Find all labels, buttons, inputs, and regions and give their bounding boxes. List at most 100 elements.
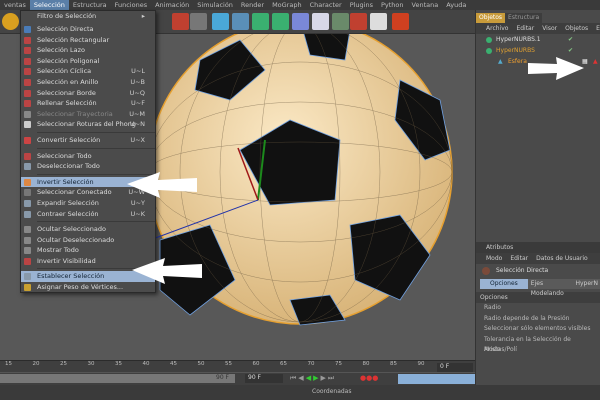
menu-item-shortcut: U~Q: [129, 88, 145, 97]
obj-menu-visor[interactable]: Visor: [542, 23, 557, 34]
menu-item[interactable]: Selección Poligonal: [21, 56, 155, 67]
menu-mograph[interactable]: MoGraph: [268, 0, 306, 10]
menu-item[interactable]: Selección Lazo: [21, 45, 155, 56]
menu-ventas[interactable]: ventas: [0, 0, 30, 10]
spline-icon[interactable]: [232, 13, 249, 30]
menu-item[interactable]: Rellenar Selección U~F: [21, 98, 155, 109]
menu-python[interactable]: Python: [377, 0, 408, 10]
menu-item[interactable]: Selección Directa: [21, 24, 155, 35]
menu-item-shortcut: U~X: [130, 135, 145, 144]
menu-item-icon: [24, 26, 31, 33]
tab-ejes-modelando[interactable]: Ejes Modelando: [527, 279, 573, 297]
playback-controls[interactable]: ⏮◀◀▶▶⏭: [290, 374, 336, 383]
menu-item-icon: [24, 163, 31, 171]
check-icon[interactable]: ✔: [568, 45, 573, 56]
cube-icon[interactable]: [212, 13, 229, 30]
object-row[interactable]: HyperNURBS.1 ✔: [476, 34, 600, 45]
nurbs-icon[interactable]: [252, 13, 269, 30]
menu-item[interactable]: Seleccionar Roturas del Phong U~N: [21, 119, 155, 130]
obj-menu-editar[interactable]: Editar: [516, 23, 534, 34]
menu-item-icon: [24, 284, 31, 292]
menu-funciones[interactable]: Funciones: [111, 0, 151, 10]
menu-item[interactable]: Seleccionar Borde U~Q: [21, 88, 155, 99]
menu-seleccion[interactable]: Selección: [29, 0, 69, 10]
field-tolerancia[interactable]: Tolerancia en la Selección de Aristas/Po…: [476, 335, 600, 354]
menu-ayuda[interactable]: Ayuda: [442, 0, 470, 10]
particles-icon[interactable]: [332, 13, 349, 30]
menu-render[interactable]: Render: [237, 0, 268, 10]
tab-hypernurbs[interactable]: HyperN: [572, 279, 600, 289]
attr-menu-datos[interactable]: Datos de Usuario: [536, 253, 588, 264]
end-frame-field[interactable]: 90 F: [245, 374, 283, 383]
menu-item-label: Rellenar Selección: [37, 99, 97, 108]
menu-item[interactable]: Filtro de Selección ▸: [21, 11, 155, 24]
menu-item[interactable]: Contraer Selección U~K: [21, 209, 155, 220]
field-modo[interactable]: Modo: [476, 345, 600, 356]
menu-item[interactable]: Ocultar Deseleccionado: [21, 235, 155, 246]
check-icon[interactable]: ✔: [568, 34, 573, 45]
deformer-icon[interactable]: [292, 13, 309, 30]
menu-estructura[interactable]: Estructura: [69, 0, 111, 10]
menu-item[interactable]: Ocultar Seleccionado: [21, 224, 155, 235]
timeline-tick-label: 25: [60, 361, 67, 367]
menu-item-icon: [24, 226, 31, 234]
timeline-tick-label: 60: [252, 361, 260, 367]
menu-item-label: Selección Poligonal: [37, 56, 100, 65]
attr-menu-modo[interactable]: Modo: [486, 253, 502, 264]
menu-plugins[interactable]: Plugins: [346, 0, 377, 10]
attr-menu-editar[interactable]: Editar: [510, 253, 528, 264]
menu-separator: [37, 131, 155, 133]
record-keys-icon[interactable]: ●●●: [360, 374, 378, 382]
menu-item[interactable]: Selección Rectangular: [21, 35, 155, 46]
key-mode-buttons[interactable]: [398, 374, 475, 384]
object-row[interactable]: HyperNURBS ✔: [476, 45, 600, 56]
menu-item-shortcut: U~F: [131, 99, 145, 108]
menu-item[interactable]: Seleccionar Todo: [21, 151, 155, 162]
obj-menu-et[interactable]: Et: [596, 23, 600, 34]
obj-menu-objetos[interactable]: Objetos: [565, 23, 588, 34]
frame-range-slider[interactable]: 90 F: [0, 374, 235, 383]
menu-animacion[interactable]: Animación: [151, 0, 193, 10]
timeline-tick-label: 80: [362, 361, 370, 367]
python-icon[interactable]: [392, 13, 409, 30]
nurbs-icon: [486, 48, 492, 54]
selection-tool-icon: [482, 267, 490, 275]
render-settings-icon[interactable]: [190, 13, 207, 30]
menu-item-icon: [24, 110, 31, 118]
menu-item-icon: [24, 210, 31, 218]
menu-item[interactable]: Convertir Selección U~X: [21, 135, 155, 146]
obj-menu-archivo[interactable]: Archivo: [486, 23, 508, 34]
timeline-tick-label: 30: [87, 361, 95, 367]
timeline[interactable]: 15 20 25 30 35 40 45 50 55 60 65 70 75 80 85 90 90 F 90…: [0, 360, 475, 385]
undo-icon[interactable]: [2, 13, 19, 30]
menu-character[interactable]: Character: [306, 0, 346, 10]
scene-icon[interactable]: [312, 13, 329, 30]
timeline-tick-label: 35: [115, 361, 122, 367]
menu-item-icon: [24, 68, 31, 76]
menu-item-label: Seleccionar Trayectoria: [37, 109, 113, 118]
field-radio-presion[interactable]: Radio depende de la Presión: [476, 314, 600, 325]
attributes-title: Atributos: [476, 242, 600, 253]
menu-item[interactable]: Selección en Anillo U~B: [21, 77, 155, 88]
tab-opciones[interactable]: Opciones: [480, 279, 528, 289]
menu-item-icon: [24, 78, 31, 86]
menu-simulacion[interactable]: Simulación: [193, 0, 237, 10]
menu-ventana[interactable]: Ventana: [408, 0, 443, 10]
menu-item-icon: [24, 247, 31, 255]
sphere-icon: ▲: [498, 58, 503, 65]
current-frame-field[interactable]: 0 F: [437, 363, 473, 372]
field-solo-visibles[interactable]: Seleccionar sólo elementos visibles: [476, 324, 600, 335]
menu-item[interactable]: Mostrar Todo: [21, 245, 155, 256]
array-icon[interactable]: [272, 13, 289, 30]
render-view-icon[interactable]: [172, 13, 189, 30]
pointer-arrow-invertir: [127, 172, 197, 198]
menu-item[interactable]: Selección Cíclica U~L: [21, 66, 155, 77]
field-radio[interactable]: Radio: [476, 303, 600, 314]
tab-estructura[interactable]: Estructura: [505, 13, 543, 23]
calendar-icon[interactable]: [370, 13, 387, 30]
nurbs-icon: [486, 37, 492, 43]
tab-objetos[interactable]: Objetos: [476, 13, 506, 23]
play-back-icon: ◀: [305, 374, 314, 382]
help-icon[interactable]: [350, 13, 367, 30]
menu-item[interactable]: Seleccionar Trayectoria U~M: [21, 109, 155, 120]
